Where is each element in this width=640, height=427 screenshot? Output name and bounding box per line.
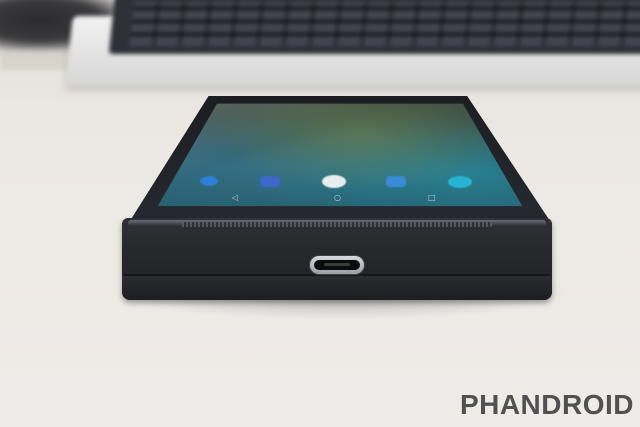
contacts-icon [386,176,406,187]
phone-bottom-edge [122,276,552,300]
phone-body [122,218,552,300]
watermark-logo: PHANDROID [459,389,634,420]
keyboard-keys [129,2,640,46]
usb-c-tongue [324,263,350,266]
screen-glare [157,103,523,207]
usb-c-port-opening [314,260,360,270]
chrome-icon [448,176,472,188]
phone-icon [200,176,218,186]
phone-screen-area: ◁ ○ □ [128,96,552,224]
messages-icon [260,176,280,187]
recents-icon: □ [428,193,436,202]
background-keyboard [65,0,640,90]
app-drawer-icon [322,175,346,188]
home-icon: ○ [334,193,341,202]
photo-scene: ◁ ○ □ PHANDROID [0,0,640,427]
speaker-grille [182,222,492,227]
usb-c-port [310,256,364,274]
back-icon: ◁ [232,193,239,202]
phone-seam [124,274,550,276]
